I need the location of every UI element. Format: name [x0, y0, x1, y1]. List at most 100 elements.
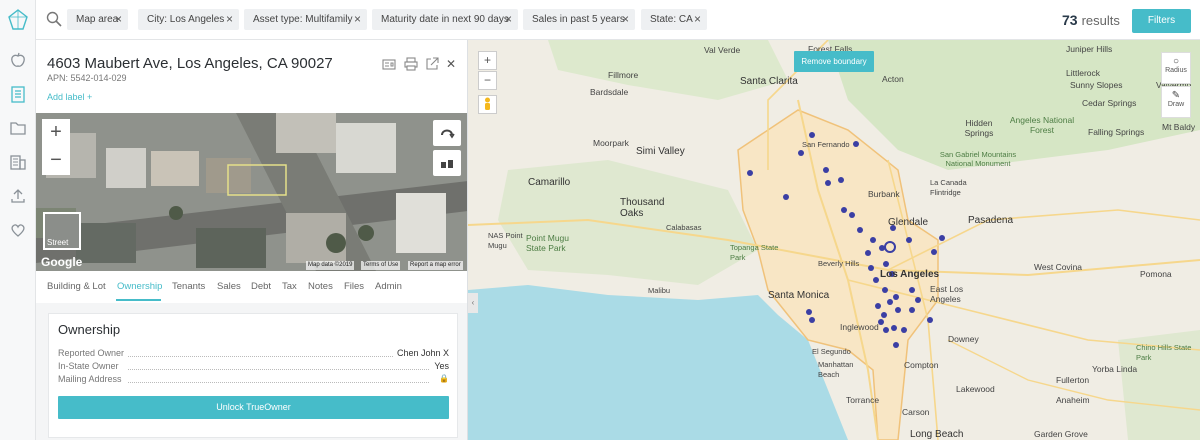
sv-zoom-in-button[interactable]: + — [42, 119, 70, 147]
building-icon[interactable] — [8, 152, 28, 172]
map-label: Fillmore — [608, 70, 639, 80]
map-label: Anaheim — [1056, 395, 1090, 405]
map-label: Acton — [882, 74, 904, 84]
row-value: Yes — [431, 361, 449, 371]
tab-sales[interactable]: Sales — [217, 281, 241, 292]
pegman-button[interactable] — [478, 95, 497, 114]
map-label: East Los Angeles — [930, 284, 964, 304]
logo-icon[interactable] — [6, 8, 30, 32]
tab-files[interactable]: Files — [344, 281, 364, 292]
report-error-link[interactable]: Report a map error — [408, 261, 463, 270]
folder-icon[interactable] — [8, 118, 28, 138]
map-view[interactable]: Val Verde Forest Falls Juniper Hills Fil… — [468, 40, 1200, 440]
map-label: Pasadena — [968, 215, 1014, 226]
rotate-view-button[interactable] — [433, 120, 461, 146]
map-label: Glendale — [888, 217, 929, 228]
map-zoom-in-button[interactable]: + — [478, 51, 497, 70]
filter-chip-maturity-date[interactable]: Maturity date in next 90 days × — [372, 9, 518, 30]
map-label: El Segundo — [812, 347, 851, 356]
results-number: 73 — [1062, 12, 1078, 28]
map-label: Point Mugu State Park — [526, 233, 569, 253]
map-label: Downey — [948, 334, 979, 344]
close-icon[interactable]: ✕ — [446, 57, 460, 71]
map-label: Val Verde — [704, 45, 741, 55]
map-label: Juniper Hills — [1066, 44, 1113, 54]
chip-remove-icon[interactable]: × — [505, 9, 512, 30]
filter-chip-map-area[interactable]: Map area × — [67, 9, 128, 30]
row-label: Reported Owner — [58, 348, 128, 358]
tab-ownership[interactable]: Ownership — [117, 281, 162, 292]
filter-chip-city[interactable]: City: Los Angeles × — [138, 9, 239, 30]
map-label: Inglewood — [840, 322, 879, 332]
map-label: Falling Springs — [1088, 127, 1145, 137]
remove-boundary-button[interactable]: Remove boundary — [794, 51, 874, 72]
app-root: Map area × City: Los Angeles × Asset typ… — [0, 0, 1200, 440]
tab-building-lot[interactable]: Building & Lot — [47, 281, 106, 292]
map-label: Cedar Springs — [1082, 98, 1137, 108]
map-label: Chino Hills State Park — [1136, 343, 1192, 362]
map-data-attribution: Map data ©2019 — [306, 261, 355, 270]
print-icon[interactable] — [404, 57, 418, 71]
tab-notes[interactable]: Notes — [308, 281, 333, 292]
leader-dots — [128, 369, 429, 370]
map-label: West Covina — [1034, 262, 1083, 272]
chip-remove-icon[interactable]: × — [694, 9, 701, 30]
map-label: Santa Monica — [768, 290, 830, 301]
chip-remove-icon[interactable]: × — [115, 9, 122, 30]
map-label: Santa Clarita — [740, 76, 798, 87]
leader-dots — [128, 356, 429, 357]
open-external-icon[interactable] — [425, 57, 439, 71]
results-label: results — [1081, 13, 1120, 28]
radius-icon: ○ — [1172, 56, 1180, 67]
property-apn: APN: 5542-014-029 — [47, 73, 127, 83]
map-label: Long Beach — [910, 429, 964, 440]
upload-icon[interactable] — [8, 186, 28, 206]
collapse-panel-button[interactable]: ‹ — [468, 293, 478, 313]
street-label: Street — [47, 238, 69, 247]
search-icon[interactable] — [46, 11, 62, 27]
map-label: Burbank — [868, 189, 900, 199]
add-label-link[interactable]: Add label + — [47, 92, 92, 102]
map-label: Topanga State Park — [730, 243, 779, 262]
filter-chip-state[interactable]: State: CA × — [641, 9, 707, 30]
map-label: Malibu — [648, 286, 671, 295]
chip-label: Maturity date in next 90 days — [381, 14, 509, 25]
map-label: Bardsdale — [590, 87, 629, 97]
tab-debt[interactable]: Debt — [251, 281, 271, 292]
toggle-3d-button[interactable] — [433, 150, 461, 176]
chip-label: State: CA — [650, 14, 693, 25]
chip-remove-icon[interactable]: × — [622, 9, 629, 30]
map-label: Hidden Springs — [964, 118, 994, 138]
map-label: Calabasas — [666, 223, 702, 232]
active-tab-indicator — [116, 299, 161, 301]
chip-remove-icon[interactable]: × — [226, 9, 233, 30]
tab-tenants[interactable]: Tenants — [172, 281, 205, 292]
pegman-icon — [485, 97, 490, 110]
map-label: Garden Grove — [1034, 429, 1088, 439]
chip-remove-icon[interactable]: × — [354, 9, 361, 30]
filter-chip-asset-type[interactable]: Asset type: Multifamily × — [244, 9, 367, 30]
ownership-card: Ownership Reported Owner Chen John X In-… — [48, 313, 458, 438]
in-state-owner-row: In-State Owner Yes — [58, 361, 449, 373]
unlock-trueowner-button[interactable]: Unlock TrueOwner — [58, 396, 449, 419]
property-card-icon[interactable] — [382, 57, 396, 71]
filter-chip-sales[interactable]: Sales in past 5 years × — [523, 9, 635, 30]
tab-admin[interactable]: Admin — [375, 281, 402, 292]
map-label: Angeles National Forest — [1009, 115, 1075, 135]
sv-zoom-out-button[interactable]: − — [42, 147, 70, 175]
map-label: Thousand Oaks — [620, 197, 665, 219]
map-label: Pomona — [1140, 269, 1172, 279]
map-zoom-out-button[interactable]: − — [478, 71, 497, 90]
chip-label: Map area — [76, 14, 119, 25]
tab-tax[interactable]: Tax — [282, 281, 297, 292]
clipboard-icon[interactable] — [8, 84, 28, 104]
draw-tool-button[interactable]: ✎ Draw — [1161, 86, 1191, 118]
street-view[interactable]: + − Street Google Map data ©2019 Terms o… — [36, 113, 467, 271]
street-view-thumbnail[interactable]: Street — [43, 212, 81, 250]
apple-icon[interactable] — [8, 50, 28, 70]
filters-button[interactable]: Filters — [1132, 9, 1191, 33]
terms-of-use-link[interactable]: Terms of Use — [361, 261, 401, 270]
heart-icon[interactable] — [8, 220, 28, 240]
radius-tool-button[interactable]: ○ Radius — [1161, 52, 1191, 84]
map-label: Compton — [904, 360, 939, 370]
